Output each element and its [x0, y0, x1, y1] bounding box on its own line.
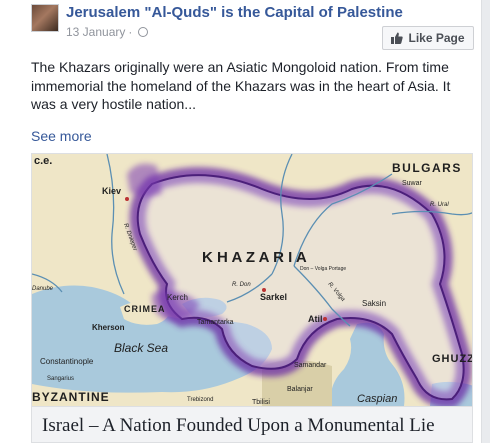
- like-page-label: Like Page: [408, 31, 465, 45]
- page-name-link[interactable]: Jerusalem "Al-Quds" is the Capital of Pa…: [66, 4, 403, 21]
- page-avatar[interactable]: [31, 4, 59, 32]
- map-label-don-volga: Don – Volga Portage: [300, 266, 346, 272]
- link-preview-card[interactable]: c.e. BULGARS Suwar Kiev K H A Z A R I A …: [31, 153, 473, 443]
- post-text: The Khazars originally were an Asiatic M…: [31, 59, 451, 112]
- link-title-bar[interactable]: Israel – A Nation Founded Upon a Monumen…: [32, 406, 472, 442]
- map-label-caspian: Caspian: [357, 393, 397, 405]
- post-card: Jerusalem "Al-Quds" is the Capital of Pa…: [0, 0, 482, 443]
- see-more-link[interactable]: See more: [31, 128, 92, 144]
- map-label-river-don: R. Don: [232, 282, 251, 288]
- map-label-atil: Atil: [308, 314, 323, 324]
- link-title[interactable]: Israel – A Nation Founded Upon a Monumen…: [42, 415, 435, 437]
- map-label-khazaria: K H A Z A R I A: [202, 249, 307, 266]
- map-label-bulgars: BULGARS: [392, 161, 462, 175]
- map-label-byzantine: BYZANTINE: [32, 390, 110, 404]
- map-label-river-danube: Danube: [32, 286, 54, 292]
- map-label-constantinople: Constantinople: [40, 357, 94, 366]
- map-label-black-sea: Black Sea: [114, 341, 168, 355]
- map-label-sarkel: Sarkel: [260, 292, 287, 302]
- post-date[interactable]: 13 January: [66, 25, 125, 39]
- khazaria-map-image: c.e. BULGARS Suwar Kiev K H A Z A R I A …: [32, 154, 473, 406]
- map-label-saksin: Saksin: [362, 299, 386, 308]
- map-label-river-ural: R. Ural: [430, 202, 449, 208]
- map-label-balanjar: Balanjar: [287, 386, 313, 393]
- map-label-samandar: Samandar: [294, 362, 327, 369]
- map-label-kherson: Kherson: [92, 323, 125, 332]
- like-page-button[interactable]: Like Page: [382, 26, 474, 50]
- globe-icon: [138, 27, 149, 37]
- map-label-tbilisi: Tbilisi: [252, 399, 270, 406]
- map-label-corner: c.e.: [34, 155, 52, 167]
- map-label-suwar: Suwar: [402, 180, 423, 187]
- map-label-ghuzz: GHUZZ: [432, 353, 473, 365]
- map-label-kerch: Kerch: [167, 293, 188, 302]
- map-label-kiev: Kiev: [102, 186, 121, 196]
- thumbs-up-icon: [391, 32, 404, 44]
- map-label-sangarius: Sangarius: [47, 376, 74, 382]
- map-label-tamantarka: Tamantarka: [197, 319, 234, 326]
- map-label-trebizond: Trebizond: [187, 397, 213, 403]
- post-meta: 13 January ·: [66, 25, 149, 39]
- map-label-crimea: CRIMEA: [124, 304, 166, 314]
- meta-separator: ·: [128, 25, 133, 39]
